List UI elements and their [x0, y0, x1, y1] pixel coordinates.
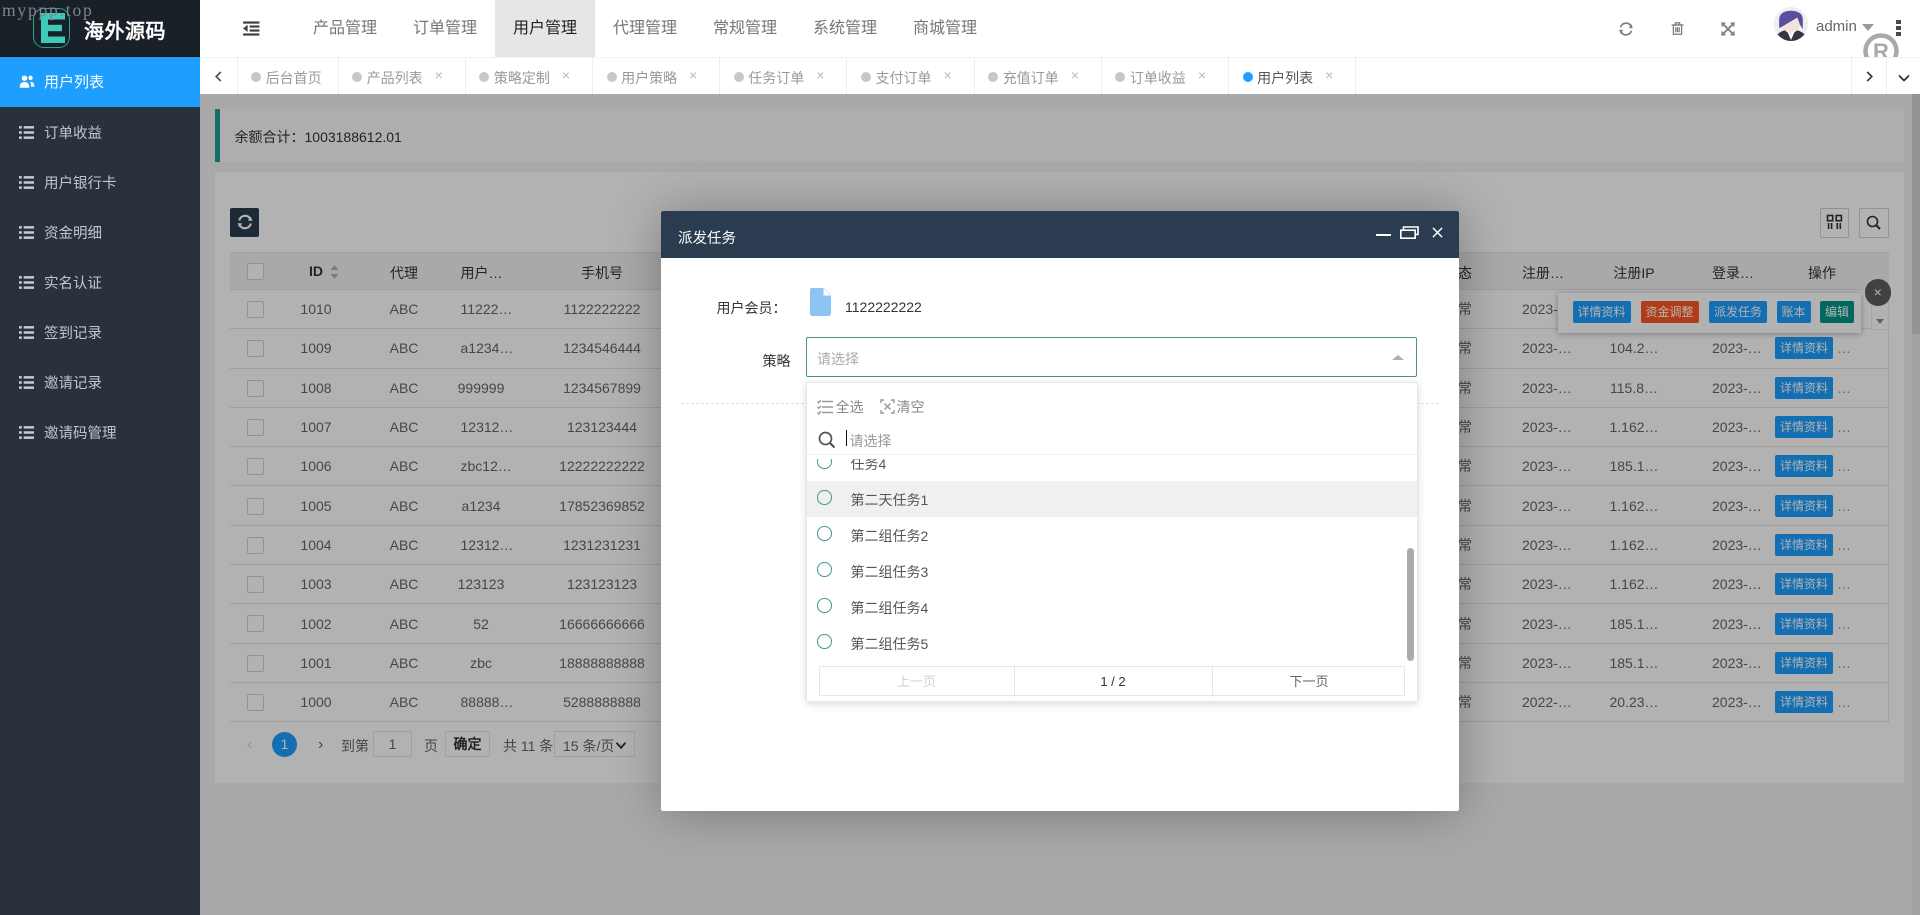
svg-text:R: R [1873, 39, 1889, 57]
